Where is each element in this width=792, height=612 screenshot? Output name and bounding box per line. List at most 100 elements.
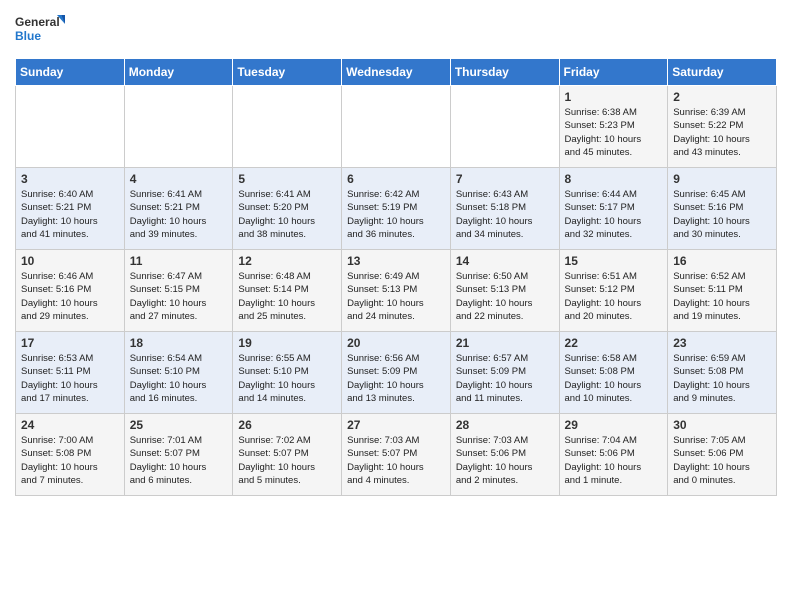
calendar-cell: 19 Sunrise: 6:55 AMSunset: 5:10 PMDayligh…: [233, 332, 342, 414]
day-info: Sunrise: 6:49 AMSunset: 5:13 PMDaylight:…: [347, 270, 445, 323]
day-info: Sunrise: 6:47 AMSunset: 5:15 PMDaylight:…: [130, 270, 228, 323]
calendar-week-row: 1 Sunrise: 6:38 AMSunset: 5:23 PMDaylight…: [16, 86, 777, 168]
day-number: 10: [21, 254, 119, 268]
day-number: 27: [347, 418, 445, 432]
calendar-cell: [124, 86, 233, 168]
day-number: 8: [565, 172, 663, 186]
calendar-cell: 7 Sunrise: 6:43 AMSunset: 5:18 PMDaylight…: [450, 168, 559, 250]
calendar-cell: 10 Sunrise: 6:46 AMSunset: 5:16 PMDayligh…: [16, 250, 125, 332]
day-info: Sunrise: 6:55 AMSunset: 5:10 PMDaylight:…: [238, 352, 336, 405]
day-number: 30: [673, 418, 771, 432]
calendar-week-row: 24 Sunrise: 7:00 AMSunset: 5:08 PMDayligh…: [16, 414, 777, 496]
calendar-cell: 8 Sunrise: 6:44 AMSunset: 5:17 PMDaylight…: [559, 168, 668, 250]
day-number: 9: [673, 172, 771, 186]
day-info: Sunrise: 6:53 AMSunset: 5:11 PMDaylight:…: [21, 352, 119, 405]
day-number: 20: [347, 336, 445, 350]
day-info: Sunrise: 6:52 AMSunset: 5:11 PMDaylight:…: [673, 270, 771, 323]
day-info: Sunrise: 7:02 AMSunset: 5:07 PMDaylight:…: [238, 434, 336, 487]
calendar-cell: [16, 86, 125, 168]
day-number: 17: [21, 336, 119, 350]
calendar-cell: 15Sunrise: 6:51 AMSunset: 5:12 PMDayligh…: [559, 250, 668, 332]
day-number: 22: [565, 336, 663, 350]
logo: General Blue: [15, 10, 65, 50]
calendar-cell: 6 Sunrise: 6:42 AMSunset: 5:19 PMDaylight…: [342, 168, 451, 250]
calendar-cell: 1 Sunrise: 6:38 AMSunset: 5:23 PMDaylight…: [559, 86, 668, 168]
day-number: 2: [673, 90, 771, 104]
day-number: 24: [21, 418, 119, 432]
day-number: 1: [565, 90, 663, 104]
day-info: Sunrise: 6:59 AMSunset: 5:08 PMDaylight:…: [673, 352, 771, 405]
day-number: 29: [565, 418, 663, 432]
calendar-cell: 12Sunrise: 6:48 AMSunset: 5:14 PMDayligh…: [233, 250, 342, 332]
day-info: Sunrise: 6:46 AMSunset: 5:16 PMDaylight:…: [21, 270, 119, 323]
calendar-cell: [233, 86, 342, 168]
calendar-cell: 13 Sunrise: 6:49 AMSunset: 5:13 PMDayligh…: [342, 250, 451, 332]
day-number: 7: [456, 172, 554, 186]
header-saturday: Saturday: [668, 59, 777, 86]
day-info: Sunrise: 6:42 AMSunset: 5:19 PMDaylight:…: [347, 188, 445, 241]
day-info: Sunrise: 7:03 AMSunset: 5:06 PMDaylight:…: [456, 434, 554, 487]
day-info: Sunrise: 6:44 AMSunset: 5:17 PMDaylight:…: [565, 188, 663, 241]
calendar-week-row: 10 Sunrise: 6:46 AMSunset: 5:16 PMDayligh…: [16, 250, 777, 332]
day-number: 19: [238, 336, 336, 350]
calendar-cell: 2 Sunrise: 6:39 AMSunset: 5:22 PMDaylight…: [668, 86, 777, 168]
day-info: Sunrise: 6:39 AMSunset: 5:22 PMDaylight:…: [673, 106, 771, 159]
day-info: Sunrise: 6:40 AMSunset: 5:21 PMDaylight:…: [21, 188, 119, 241]
day-number: 16: [673, 254, 771, 268]
calendar-cell: 28 Sunrise: 7:03 AMSunset: 5:06 PMDayligh…: [450, 414, 559, 496]
day-info: Sunrise: 6:41 AMSunset: 5:21 PMDaylight:…: [130, 188, 228, 241]
day-number: 14: [456, 254, 554, 268]
calendar-cell: [450, 86, 559, 168]
day-number: 26: [238, 418, 336, 432]
day-number: 25: [130, 418, 228, 432]
header-monday: Monday: [124, 59, 233, 86]
calendar-week-row: 3 Sunrise: 6:40 AMSunset: 5:21 PMDaylight…: [16, 168, 777, 250]
day-info: Sunrise: 6:54 AMSunset: 5:10 PMDaylight:…: [130, 352, 228, 405]
svg-text:Blue: Blue: [15, 29, 41, 43]
calendar-cell: 23 Sunrise: 6:59 AMSunset: 5:08 PMDayligh…: [668, 332, 777, 414]
calendar-cell: 20 Sunrise: 6:56 AMSunset: 5:09 PMDayligh…: [342, 332, 451, 414]
calendar-cell: 18Sunrise: 6:54 AMSunset: 5:10 PMDayligh…: [124, 332, 233, 414]
calendar-cell: 9 Sunrise: 6:45 AMSunset: 5:16 PMDaylight…: [668, 168, 777, 250]
day-info: Sunrise: 6:57 AMSunset: 5:09 PMDaylight:…: [456, 352, 554, 405]
day-number: 11: [130, 254, 228, 268]
calendar-table: SundayMondayTuesdayWednesdayThursdayFrid…: [15, 58, 777, 496]
day-info: Sunrise: 7:01 AMSunset: 5:07 PMDaylight:…: [130, 434, 228, 487]
day-info: Sunrise: 6:48 AMSunset: 5:14 PMDaylight:…: [238, 270, 336, 323]
day-number: 3: [21, 172, 119, 186]
day-info: Sunrise: 7:00 AMSunset: 5:08 PMDaylight:…: [21, 434, 119, 487]
day-number: 15: [565, 254, 663, 268]
day-info: Sunrise: 6:56 AMSunset: 5:09 PMDaylight:…: [347, 352, 445, 405]
svg-text:General: General: [15, 15, 60, 29]
calendar-cell: 26 Sunrise: 7:02 AMSunset: 5:07 PMDayligh…: [233, 414, 342, 496]
day-info: Sunrise: 7:03 AMSunset: 5:07 PMDaylight:…: [347, 434, 445, 487]
calendar-cell: 30 Sunrise: 7:05 AMSunset: 5:06 PMDayligh…: [668, 414, 777, 496]
day-info: Sunrise: 6:45 AMSunset: 5:16 PMDaylight:…: [673, 188, 771, 241]
day-info: Sunrise: 6:50 AMSunset: 5:13 PMDaylight:…: [456, 270, 554, 323]
day-info: Sunrise: 6:58 AMSunset: 5:08 PMDaylight:…: [565, 352, 663, 405]
calendar-week-row: 17 Sunrise: 6:53 AMSunset: 5:11 PMDayligh…: [16, 332, 777, 414]
calendar-cell: 3 Sunrise: 6:40 AMSunset: 5:21 PMDaylight…: [16, 168, 125, 250]
day-number: 6: [347, 172, 445, 186]
day-info: Sunrise: 7:05 AMSunset: 5:06 PMDaylight:…: [673, 434, 771, 487]
day-info: Sunrise: 7:04 AMSunset: 5:06 PMDaylight:…: [565, 434, 663, 487]
calendar-cell: 5Sunrise: 6:41 AMSunset: 5:20 PMDaylight…: [233, 168, 342, 250]
day-number: 23: [673, 336, 771, 350]
day-number: 28: [456, 418, 554, 432]
calendar-cell: 27 Sunrise: 7:03 AMSunset: 5:07 PMDayligh…: [342, 414, 451, 496]
day-number: 5: [238, 172, 336, 186]
day-info: Sunrise: 6:38 AMSunset: 5:23 PMDaylight:…: [565, 106, 663, 159]
calendar-cell: 16 Sunrise: 6:52 AMSunset: 5:11 PMDayligh…: [668, 250, 777, 332]
calendar-header-row: SundayMondayTuesdayWednesdayThursdayFrid…: [16, 59, 777, 86]
logo-svg: General Blue: [15, 10, 65, 50]
calendar-cell: 4Sunrise: 6:41 AMSunset: 5:21 PMDaylight…: [124, 168, 233, 250]
header-tuesday: Tuesday: [233, 59, 342, 86]
calendar-cell: 14 Sunrise: 6:50 AMSunset: 5:13 PMDayligh…: [450, 250, 559, 332]
day-number: 13: [347, 254, 445, 268]
calendar-cell: 11 Sunrise: 6:47 AMSunset: 5:15 PMDayligh…: [124, 250, 233, 332]
calendar-cell: 21Sunrise: 6:57 AMSunset: 5:09 PMDayligh…: [450, 332, 559, 414]
calendar-cell: [342, 86, 451, 168]
calendar-cell: 22 Sunrise: 6:58 AMSunset: 5:08 PMDayligh…: [559, 332, 668, 414]
day-info: Sunrise: 6:43 AMSunset: 5:18 PMDaylight:…: [456, 188, 554, 241]
calendar-cell: 25 Sunrise: 7:01 AMSunset: 5:07 PMDayligh…: [124, 414, 233, 496]
